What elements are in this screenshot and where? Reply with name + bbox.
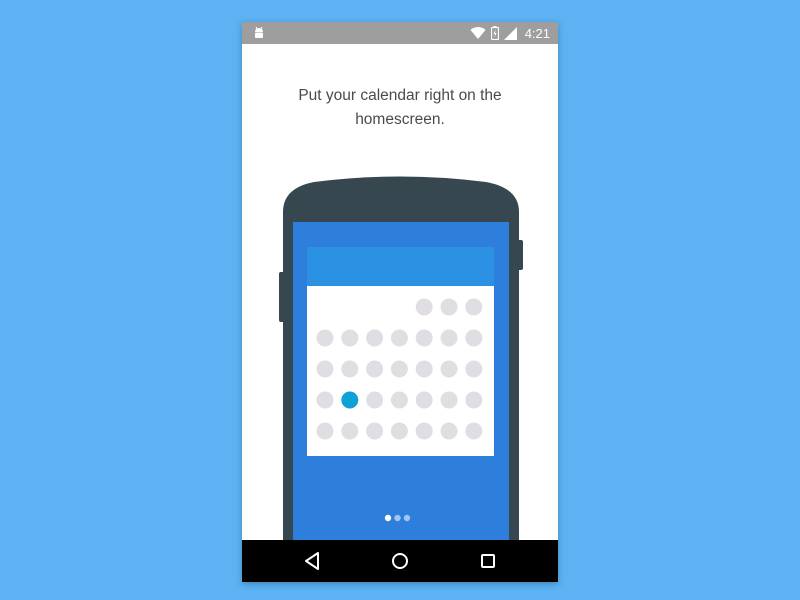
- illustration-widget-header: [307, 247, 494, 286]
- home-icon: [392, 553, 408, 569]
- day-dot: [341, 360, 359, 378]
- selected-day-dot: [341, 391, 359, 409]
- day-dot: [415, 360, 433, 378]
- day-dot: [465, 298, 483, 316]
- day-dot: [341, 422, 359, 440]
- page-dot[interactable]: [394, 514, 401, 522]
- day-dot: [366, 329, 384, 347]
- back-button[interactable]: [300, 549, 324, 573]
- day-dot: [316, 391, 334, 409]
- recents-button[interactable]: [476, 549, 500, 573]
- day-dot: [366, 360, 384, 378]
- day-dot: [465, 329, 483, 347]
- day-dot: [366, 422, 384, 440]
- day-dot: [465, 391, 483, 409]
- day-dot: [316, 422, 334, 440]
- home-button[interactable]: [388, 549, 412, 573]
- day-dot: [440, 360, 458, 378]
- day-dot: [415, 391, 433, 409]
- day-dot: [390, 422, 408, 440]
- day-dot: [415, 329, 433, 347]
- day-dot: [366, 391, 384, 409]
- page-dot-active[interactable]: [384, 514, 392, 522]
- day-dot: [316, 360, 334, 378]
- day-dot: [465, 360, 483, 378]
- day-dot: [440, 298, 458, 316]
- day-dot: [440, 422, 458, 440]
- day-dot: [415, 422, 433, 440]
- recents-icon: [481, 554, 495, 568]
- day-dot: [440, 391, 458, 409]
- day-dot: [341, 329, 359, 347]
- day-dot: [440, 329, 458, 347]
- day-dot: [390, 391, 408, 409]
- day-dot: [390, 360, 408, 378]
- page-dot[interactable]: [403, 514, 411, 522]
- day-dot: [465, 422, 483, 440]
- navigation-bar: [242, 540, 558, 582]
- day-dot: [390, 329, 408, 347]
- day-dot: [316, 329, 334, 347]
- back-icon: [305, 552, 319, 570]
- phone-screen: 4:21 Put your calendar right on the home…: [242, 22, 558, 582]
- day-dot: [415, 298, 433, 316]
- page-indicator: [384, 514, 411, 522]
- phone-illustration: [279, 176, 523, 540]
